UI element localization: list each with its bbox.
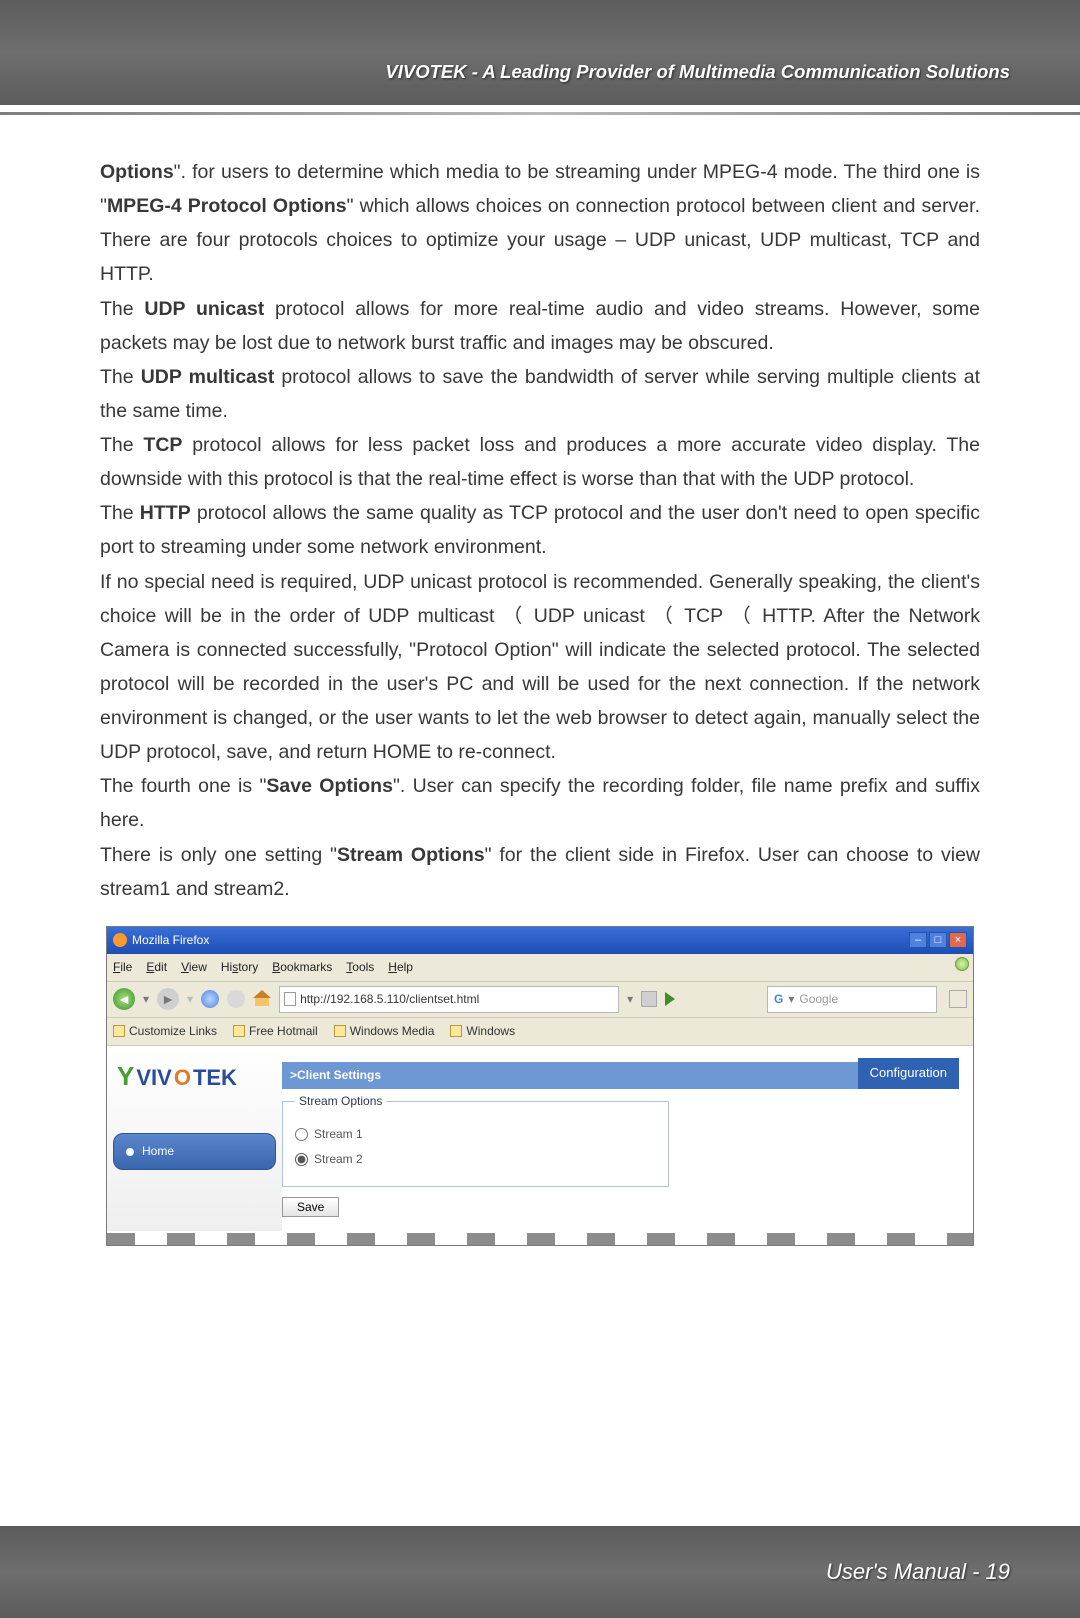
minimize-button[interactable]: – — [909, 932, 927, 948]
term-http: HTTP — [140, 502, 191, 524]
bookmark-free-hotmail[interactable]: Free Hotmail — [233, 1021, 318, 1042]
throbber-icon — [955, 957, 969, 971]
term-save-options: Save Options — [266, 775, 393, 797]
maximize-button[interactable]: □ — [929, 932, 947, 948]
save-button[interactable]: Save — [282, 1197, 339, 1217]
bookmark-icon — [334, 1025, 346, 1037]
radio-stream2[interactable]: Stream 2 — [295, 1149, 656, 1170]
menu-bookmarks[interactable]: Bookmarks — [272, 957, 332, 978]
torn-edge — [107, 1233, 973, 1245]
menu-help[interactable]: Help — [388, 957, 413, 978]
paragraph: The UDP unicast protocol allows for more… — [100, 292, 980, 360]
paragraph: The TCP protocol allows for less packet … — [100, 428, 980, 496]
forward-button[interactable]: ► — [157, 988, 179, 1010]
configuration-button[interactable]: Configuration — [858, 1058, 959, 1089]
term-mpeg4-protocol-options: MPEG-4 Protocol Options — [107, 195, 347, 217]
paragraph: The fourth one is "Save Options". User c… — [100, 769, 980, 837]
firefox-icon — [113, 933, 127, 947]
stream-options-group: Stream Options Stream 1 Stream 2 — [282, 1091, 669, 1187]
footer-text: User's Manual - 19 — [826, 1559, 1010, 1585]
close-button[interactable]: × — [949, 932, 967, 948]
paragraph: If no special need is required, UDP unic… — [100, 565, 980, 770]
radio-stream1[interactable]: Stream 1 — [295, 1124, 656, 1145]
menu-tools[interactable]: Tools — [346, 957, 374, 978]
paragraph: Options". for users to determine which m… — [100, 155, 980, 292]
menu-history[interactable]: History — [221, 957, 258, 978]
bookmark-windows-media[interactable]: Windows Media — [334, 1021, 435, 1042]
divider — [0, 112, 1080, 115]
term-udp-unicast: UDP unicast — [144, 298, 264, 320]
back-button[interactable]: ◄ — [113, 988, 135, 1010]
go-button[interactable] — [665, 992, 675, 1006]
term-udp-multicast: UDP multicast — [141, 366, 275, 388]
menu-bar: File Edit View History Bookmarks Tools H… — [107, 954, 973, 982]
paragraph: The UDP multicast protocol allows to sav… — [100, 360, 980, 428]
embedded-screenshot: Mozilla Firefox – □ × File Edit View His… — [106, 926, 974, 1246]
search-go-button[interactable] — [949, 990, 967, 1008]
window-titlebar: Mozilla Firefox – □ × — [107, 927, 973, 954]
bullet-icon — [126, 1148, 134, 1156]
url-text: http://192.168.5.110/clientset.html — [300, 989, 479, 1010]
google-icon: G — [774, 989, 783, 1010]
term-tcp: TCP — [143, 434, 182, 456]
bookmark-icon — [450, 1025, 462, 1037]
vivotek-logo: Y VIVOTEK — [107, 1046, 282, 1108]
document-body: Options". for users to determine which m… — [0, 155, 1080, 1286]
page-header: VIVOTEK - A Leading Provider of Multimed… — [0, 0, 1080, 105]
menu-view[interactable]: View — [181, 957, 207, 978]
stop-button[interactable] — [227, 990, 245, 1008]
bookmark-windows[interactable]: Windows — [450, 1021, 515, 1042]
bookmark-customize-links[interactable]: Customize Links — [113, 1021, 217, 1042]
address-bar[interactable]: http://192.168.5.110/clientset.html — [279, 986, 619, 1013]
term-stream-options: Stream Options — [337, 844, 485, 866]
bookmarks-toolbar: Customize Links Free Hotmail Windows Med… — [107, 1018, 973, 1046]
navigation-toolbar: ◄ ▾ ► ▾ http://192.168.5.110/clientset.h… — [107, 982, 973, 1018]
bookmark-icon — [233, 1025, 245, 1037]
header-title: VIVOTEK - A Leading Provider of Multimed… — [385, 61, 1010, 83]
bookmark-icon — [113, 1025, 125, 1037]
main-panel: Configuration >Client Settings Stream Op… — [282, 1046, 973, 1231]
rss-icon[interactable] — [641, 991, 657, 1007]
menu-edit[interactable]: Edit — [146, 957, 167, 978]
logo-mark-icon: Y — [117, 1054, 134, 1100]
page-footer: User's Manual - 19 — [0, 1526, 1080, 1618]
reload-button[interactable] — [201, 990, 219, 1008]
sidebar-item-home[interactable]: Home — [113, 1133, 276, 1170]
term-options: Options — [100, 161, 174, 183]
page-content: Y VIVOTEK Home Configuration >Client Set… — [107, 1046, 973, 1231]
page-icon — [284, 992, 296, 1006]
paragraph: The HTTP protocol allows the same qualit… — [100, 496, 980, 564]
sidebar: Y VIVOTEK Home — [107, 1046, 282, 1231]
window-title: Mozilla Firefox — [132, 930, 209, 951]
search-placeholder: Google — [799, 989, 838, 1010]
search-box[interactable]: G▾ Google — [767, 986, 937, 1013]
home-button[interactable] — [253, 990, 271, 1008]
window-buttons: – □ × — [909, 932, 967, 948]
menu-file[interactable]: File — [113, 957, 132, 978]
divider — [0, 105, 1080, 112]
stream-options-legend: Stream Options — [295, 1091, 386, 1112]
paragraph: There is only one setting "Stream Option… — [100, 838, 980, 906]
sidebar-item-label: Home — [142, 1141, 174, 1162]
